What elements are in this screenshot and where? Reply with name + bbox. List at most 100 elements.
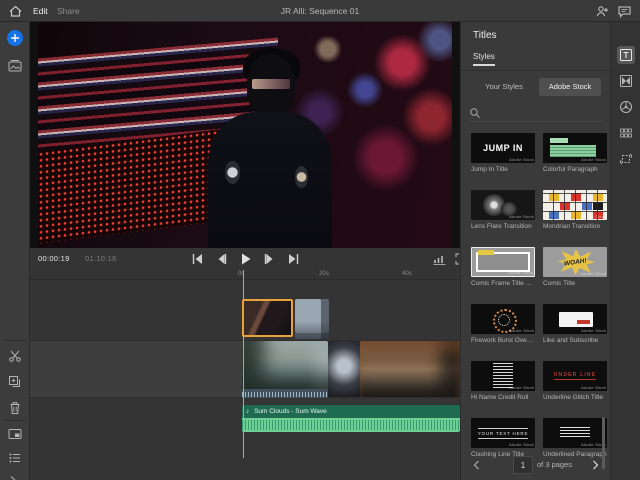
style-item-mondrian[interactable]: Adobe Stock Mondrian Transition: [543, 190, 607, 230]
style-item-colorful-paragraph[interactable]: Adobe Stock Colorful Paragraph: [543, 133, 607, 173]
style-thumb: Adobe Stock: [471, 304, 535, 334]
stock-watermark: Adobe Stock: [509, 214, 534, 219]
panel-scrollbar[interactable]: [602, 417, 605, 469]
style-thumb: Adobe Stock: [543, 304, 607, 334]
stock-watermark: Adobe Stock: [509, 442, 534, 447]
plus-icon: [11, 34, 19, 42]
stock-watermark: Adobe Stock: [509, 385, 534, 390]
style-item-underline-glitch[interactable]: UNDER LINE Adobe Stock Underline Glitch T…: [543, 361, 607, 401]
playhead[interactable]: [243, 270, 244, 458]
page-number-input[interactable]: 1: [513, 456, 533, 474]
video-frame[interactable]: [38, 22, 452, 248]
search-field[interactable]: [469, 104, 603, 122]
stock-watermark: Adobe Stock: [581, 271, 606, 276]
crop-rotate-icon: [619, 153, 633, 165]
project-title: JR Alli: Sequence 01: [280, 6, 360, 16]
style-thumb: Adobe Stock: [543, 190, 607, 220]
style-item-lens-flare[interactable]: Adobe Stock Lens Flare Transition: [471, 190, 535, 230]
split-clip-button[interactable]: [7, 348, 23, 364]
video-clip-dancer[interactable]: [328, 341, 360, 397]
toolbar-divider: [4, 420, 26, 421]
picture-in-picture-button[interactable]: [7, 426, 23, 442]
style-item-credit-roll[interactable]: Adobe Stock Hi Name Credit Roll: [471, 361, 535, 401]
media-browser-button[interactable]: [7, 58, 23, 74]
invite-button[interactable]: [595, 4, 610, 19]
toolbar-divider: [4, 340, 26, 341]
chevron-right-icon: [593, 460, 599, 470]
next-clip-button[interactable]: [286, 252, 301, 266]
titles-panel-button[interactable]: [617, 46, 635, 64]
style-label: Lens Flare Transition: [471, 223, 532, 230]
adobe-stock-button[interactable]: Adobe Stock: [539, 78, 601, 96]
delete-clip-button[interactable]: [7, 400, 23, 416]
clip-audio-waveform: [242, 389, 328, 398]
trash-icon: [10, 402, 20, 414]
stock-watermark: Adobe Stock: [509, 157, 534, 162]
step-back-icon: [218, 254, 227, 264]
style-item-clashing-line[interactable]: YOUR TEXT HERE Adobe Stock Clashing Line …: [471, 418, 535, 458]
play-button[interactable]: [238, 252, 253, 266]
tab-styles[interactable]: Styles: [473, 52, 495, 66]
style-thumb: Adobe Stock: [471, 361, 535, 391]
color-wheel-icon: [620, 101, 632, 113]
your-styles-button[interactable]: Your Styles: [473, 78, 535, 96]
add-media-button[interactable]: [7, 30, 23, 46]
duration-timecode: 01:10:16: [85, 254, 117, 263]
previous-clip-icon: [192, 254, 202, 264]
track-controls-button[interactable]: [7, 450, 23, 466]
scissors-icon: [9, 350, 21, 362]
step-back-button[interactable]: [214, 252, 229, 266]
select-tool-button[interactable]: [7, 474, 23, 480]
step-forward-button[interactable]: [262, 252, 277, 266]
audio-clip-header: ♪ Sum Clouds - Sum Wave: [242, 405, 460, 418]
feedback-button[interactable]: [617, 4, 632, 19]
page-count-label: of 3 pages: [537, 460, 573, 469]
overlay-clip-selected[interactable]: [242, 299, 293, 337]
music-note-icon: ♪: [246, 408, 250, 415]
ruler-tick-label: 20s: [319, 271, 329, 277]
previous-page-button[interactable]: [471, 459, 483, 471]
style-item-comic-title[interactable]: WOAH! Adobe Stock Comic Title: [543, 247, 607, 287]
stock-watermark: Adobe Stock: [508, 270, 533, 275]
pointer-icon: [10, 476, 16, 480]
style-label: Underline Glitch Title: [543, 394, 603, 401]
duplicate-clip-button[interactable]: [7, 374, 23, 390]
media-icon: [8, 60, 22, 72]
style-item-underlined-paragraph[interactable]: Adobe Stock Underlined Paragraph: [543, 418, 607, 458]
style-item-firework-burst[interactable]: Adobe Stock Firework Burst Overlay: [471, 304, 535, 344]
duplicate-icon: [9, 376, 20, 387]
style-label: Like and Subscribe: [543, 337, 599, 344]
stock-watermark: Adobe Stock: [581, 214, 606, 219]
pagination: 1 of 3 pages: [461, 456, 611, 476]
style-item-jump-in[interactable]: JUMP IN Adobe Stock Jump In Title: [471, 133, 535, 173]
style-label: Mondrian Transition: [543, 223, 601, 230]
audio-clip[interactable]: ♪ Sum Clouds - Sum Wave: [242, 405, 460, 432]
stock-watermark: Adobe Stock: [581, 328, 606, 333]
person-glasses: [252, 78, 290, 89]
audio-panel-button[interactable]: [617, 124, 635, 142]
style-thumb: YOUR TEXT HERE Adobe Stock: [471, 418, 535, 448]
panel-divider: [461, 70, 611, 71]
color-panel-button[interactable]: [617, 98, 635, 116]
ruler-tick-label: 40s: [402, 271, 412, 277]
transform-panel-button[interactable]: [617, 150, 635, 168]
timeline[interactable]: 0s 20s 40s ♪ Sum Clouds - Sum Wave: [30, 270, 460, 480]
step-forward-icon: [264, 254, 273, 264]
thumb-text: UNDER LINE: [553, 372, 597, 380]
overlay-clip-bridge[interactable]: [295, 299, 329, 339]
thumb-text: YOUR TEXT HERE: [477, 427, 529, 439]
playback-quality-button[interactable]: [432, 252, 447, 266]
thumb-text: JUMP IN: [483, 143, 523, 153]
next-page-button[interactable]: [589, 459, 601, 471]
video-clip-temple[interactable]: [360, 341, 460, 397]
subject-person: [207, 47, 332, 248]
transitions-panel-button[interactable]: [617, 72, 635, 90]
style-item-comic-frame[interactable]: Adobe Stock Comic Frame Title Overlay: [471, 247, 535, 287]
timeline-ruler[interactable]: 0s 20s 40s: [30, 270, 460, 280]
style-thumb: Adobe Stock: [543, 133, 607, 163]
style-label: Colorful Paragraph: [543, 166, 598, 173]
program-monitor: [30, 22, 460, 248]
style-label: Comic Title: [543, 280, 576, 287]
previous-clip-button[interactable]: [190, 252, 205, 266]
style-item-like-subscribe[interactable]: Adobe Stock Like and Subscribe: [543, 304, 607, 344]
